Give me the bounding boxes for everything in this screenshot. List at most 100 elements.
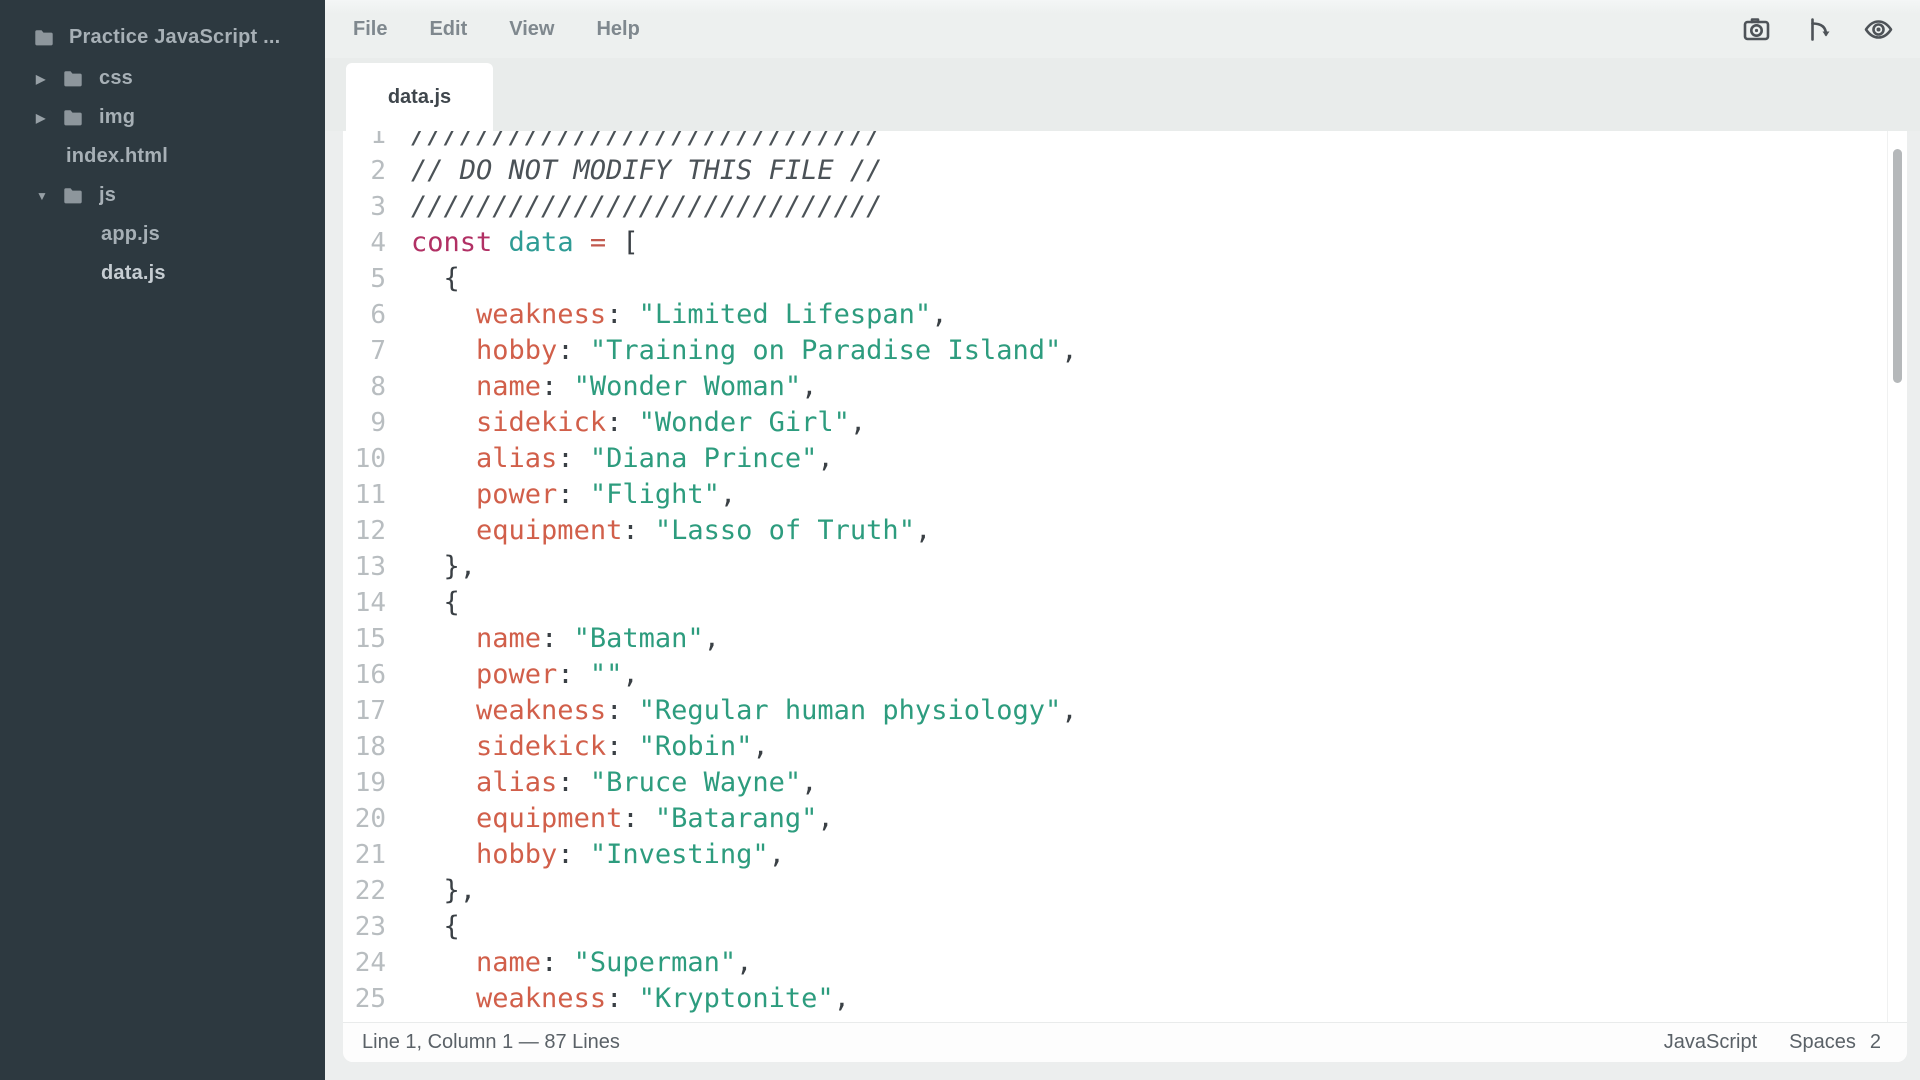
code-line: 23 {: [343, 909, 1887, 945]
code-line: 3/////////////////////////////: [343, 189, 1887, 225]
code-line: 18 sidekick: "Robin",: [343, 729, 1887, 765]
menu-view[interactable]: View: [509, 18, 554, 41]
menu-help[interactable]: Help: [596, 18, 639, 41]
tab-label: data.js: [388, 86, 451, 109]
code-token: "Kryptonite": [639, 983, 834, 1014]
code-editor[interactable]: 1/////////////////////////////2// DO NOT…: [343, 131, 1887, 1022]
sidebar-item-app-js[interactable]: app.js: [0, 215, 325, 254]
code-line-text[interactable]: // DO NOT MODIFY THIS FILE //: [386, 153, 882, 189]
main-pane: File Edit View Help: [325, 0, 1920, 1080]
code-token: ,: [622, 659, 638, 690]
sidebar-item-label: img: [99, 106, 135, 129]
code-line: 12 equipment: "Lasso of Truth",: [343, 513, 1887, 549]
code-line-text[interactable]: weakness: "Regular human physiology",: [386, 693, 1078, 729]
menu-file[interactable]: File: [353, 18, 387, 41]
project-root[interactable]: Practice JavaScript ...: [0, 18, 325, 57]
code-token: "Wonder Girl": [639, 407, 850, 438]
code-line-text[interactable]: name: "Wonder Woman",: [386, 369, 817, 405]
code-line-text[interactable]: hobby: "Training on Paradise Island",: [386, 333, 1078, 369]
code-token: ,: [817, 443, 833, 474]
code-line-text[interactable]: /////////////////////////////: [386, 189, 882, 225]
code-token: "Batman": [574, 623, 704, 654]
chevron-down-icon[interactable]: ▼: [36, 189, 62, 203]
line-number: 17: [343, 693, 386, 729]
sidebar-item-data-js[interactable]: data.js: [0, 254, 325, 293]
code-line-text[interactable]: alias: "Diana Prince",: [386, 441, 834, 477]
code-line-text[interactable]: sidekick: "Wonder Girl",: [386, 405, 866, 441]
code-line-text[interactable]: power: "Flight",: [386, 477, 736, 513]
code-token: power: [476, 479, 557, 510]
sidebar-item-js[interactable]: ▼js: [0, 176, 325, 215]
code-line-text[interactable]: weakness: "Limited Lifespan",: [386, 297, 947, 333]
eye-icon[interactable]: [1863, 14, 1894, 45]
line-number: 3: [343, 189, 386, 225]
menu-edit[interactable]: Edit: [429, 18, 467, 41]
code-line: 11 power: "Flight",: [343, 477, 1887, 513]
sidebar-item-css[interactable]: ▶css: [0, 59, 325, 98]
line-number: 12: [343, 513, 386, 549]
code-line-text[interactable]: },: [386, 873, 476, 909]
indent-value: 2: [1870, 1031, 1881, 1054]
code-token: ,: [817, 803, 833, 834]
code-token: [411, 335, 476, 366]
code-token: [411, 443, 476, 474]
code-token: :: [557, 443, 590, 474]
fork-arrow-icon[interactable]: [1802, 14, 1833, 45]
line-number: 18: [343, 729, 386, 765]
line-number: 15: [343, 621, 386, 657]
code-token: },: [411, 551, 476, 582]
code-line-text[interactable]: weakness: "Kryptonite",: [386, 981, 850, 1017]
code-line: 24 name: "Superman",: [343, 945, 1887, 981]
code-token: [411, 407, 476, 438]
code-token: "Limited Lifespan": [639, 299, 932, 330]
code-line-text[interactable]: hobby: "Investing",: [386, 837, 785, 873]
code-token: [411, 803, 476, 834]
camera-icon[interactable]: [1741, 14, 1772, 45]
scrollbar-thumb[interactable]: [1893, 149, 1902, 383]
sidebar-item-index-html[interactable]: index.html: [0, 137, 325, 176]
tab-data-js[interactable]: data.js: [346, 63, 493, 131]
folder-icon: [33, 27, 55, 49]
code-token: :: [557, 479, 590, 510]
code-line-text[interactable]: /////////////////////////////: [386, 131, 882, 153]
chevron-right-icon[interactable]: ▶: [36, 111, 62, 125]
code-token: ,: [801, 371, 817, 402]
language-mode[interactable]: JavaScript: [1664, 1031, 1757, 1054]
code-content: 1/////////////////////////////2// DO NOT…: [343, 131, 1887, 1017]
code-token: :: [606, 695, 639, 726]
code-token: :: [557, 335, 590, 366]
indent-label: Spaces: [1789, 1031, 1856, 1054]
code-line-text[interactable]: },: [386, 549, 476, 585]
project-title: Practice JavaScript ...: [69, 26, 280, 49]
code-line-text[interactable]: name: "Superman",: [386, 945, 752, 981]
code-line-text[interactable]: equipment: "Lasso of Truth",: [386, 513, 931, 549]
code-line: 21 hobby: "Investing",: [343, 837, 1887, 873]
indent-setting[interactable]: Spaces 2: [1789, 1031, 1881, 1054]
code-line-text[interactable]: {: [386, 261, 460, 297]
status-bar: Line 1, Column 1 — 87 Lines JavaScript S…: [343, 1022, 1907, 1062]
code-line-text[interactable]: equipment: "Batarang",: [386, 801, 834, 837]
chevron-right-icon[interactable]: ▶: [36, 72, 62, 86]
code-line-text[interactable]: name: "Batman",: [386, 621, 720, 657]
code-line-text[interactable]: sidekick: "Robin",: [386, 729, 769, 765]
code-line-text[interactable]: alias: "Bruce Wayne",: [386, 765, 817, 801]
code-token: {: [411, 911, 460, 942]
code-line: 20 equipment: "Batarang",: [343, 801, 1887, 837]
line-number: 25: [343, 981, 386, 1017]
code-token: :: [541, 623, 574, 654]
code-token: [: [606, 227, 639, 258]
code-token: "Regular human physiology": [639, 695, 1062, 726]
file-tree-sidebar: Practice JavaScript ... ▶css▶imgindex.ht…: [0, 0, 325, 1080]
scrollbar-track[interactable]: [1887, 131, 1907, 1022]
code-line-text[interactable]: power: "",: [386, 657, 639, 693]
file-tree: ▶css▶imgindex.html▼jsapp.jsdata.js: [0, 59, 325, 293]
code-line-text[interactable]: {: [386, 585, 460, 621]
code-token: ,: [752, 731, 768, 762]
code-token: "Lasso of Truth": [655, 515, 915, 546]
code-line-text[interactable]: {: [386, 909, 460, 945]
sidebar-item-img[interactable]: ▶ img: [0, 98, 325, 137]
code-line: 19 alias: "Bruce Wayne",: [343, 765, 1887, 801]
line-number: 20: [343, 801, 386, 837]
code-line-text[interactable]: const data = [: [386, 225, 639, 261]
sidebar-item-label: data.js: [101, 262, 166, 285]
